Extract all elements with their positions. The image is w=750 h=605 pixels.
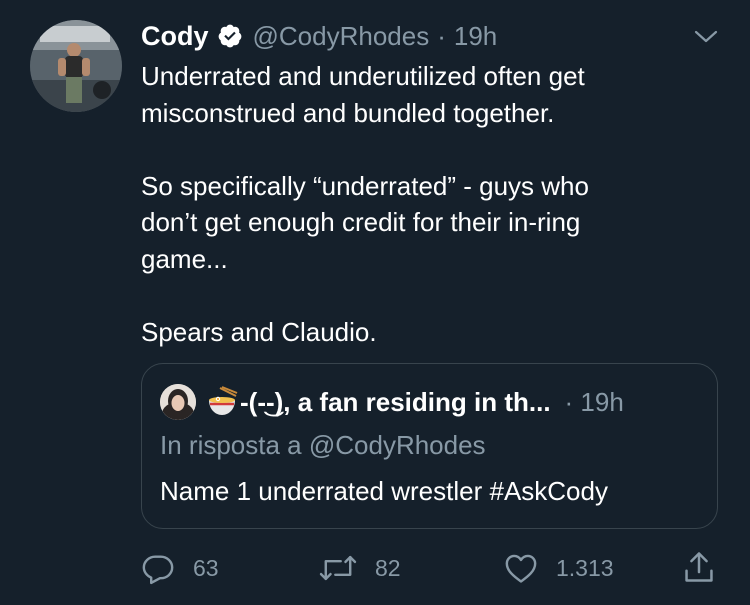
quoted-header: -(-͜-), a fan residing in th... · 19h	[206, 382, 624, 422]
header-separator: ·	[437, 20, 446, 51]
ramen-bowl-emoji	[209, 386, 238, 415]
tweet-body-line: misconstrued and bundled together.	[141, 97, 555, 128]
author-name[interactable]: Cody	[141, 21, 209, 52]
chevron-down-icon[interactable]	[693, 28, 719, 46]
like-count: 1.313	[556, 554, 614, 581]
retweet-count: 82	[375, 554, 401, 581]
verified-badge-icon	[217, 23, 243, 49]
reply-count: 63	[193, 554, 219, 581]
tweet-body-line: Underrated and underutilized often get	[141, 61, 585, 91]
quoted-tweet[interactable]: -(-͜-), a fan residing in th... · 19h In…	[141, 363, 718, 529]
quoted-author-name[interactable]: -(-͜-), a fan residing in th...	[240, 387, 551, 418]
tweet-body-line: game...	[141, 243, 228, 274]
quoted-author-avatar[interactable]	[160, 384, 196, 420]
tweet-body-line: Spears and Claudio.	[141, 316, 377, 347]
quoted-text: Name 1 underrated wrestler #AskCody	[160, 476, 608, 506]
share-icon	[685, 552, 713, 582]
reply-button[interactable]: 63	[141, 548, 219, 588]
share-button[interactable]	[682, 548, 716, 588]
tweet-card[interactable]: Cody @CodyRhodes · 19h Underrated and un…	[0, 0, 750, 605]
reply-bubble-icon	[142, 555, 174, 585]
like-button[interactable]: 1.313	[504, 548, 614, 588]
tweet-timestamp[interactable]: 19h	[454, 21, 497, 52]
quoted-timestamp[interactable]: · 19h	[565, 387, 624, 418]
quoted-avatar-photo	[160, 384, 196, 420]
author-avatar[interactable]	[30, 20, 122, 112]
retweet-button[interactable]: 82	[319, 548, 401, 588]
tweet-actions: 63 82 1.313	[141, 548, 721, 588]
heart-icon	[505, 554, 537, 583]
author-handle[interactable]: @CodyRhodes	[253, 21, 430, 52]
tweet-body-line: don’t get enough credit for their in-rin…	[141, 207, 581, 237]
tweet-header: Cody @CodyRhodes · 19h	[141, 18, 497, 54]
tweet-body: Underrated and underutilized often get m…	[141, 58, 721, 350]
quoted-reply-context: In risposta a @CodyRhodes	[160, 430, 486, 460]
retweet-icon	[319, 555, 357, 581]
tweet-body-line: So specifically “underrated” - guys who	[141, 170, 589, 201]
avatar-photo	[30, 20, 122, 112]
